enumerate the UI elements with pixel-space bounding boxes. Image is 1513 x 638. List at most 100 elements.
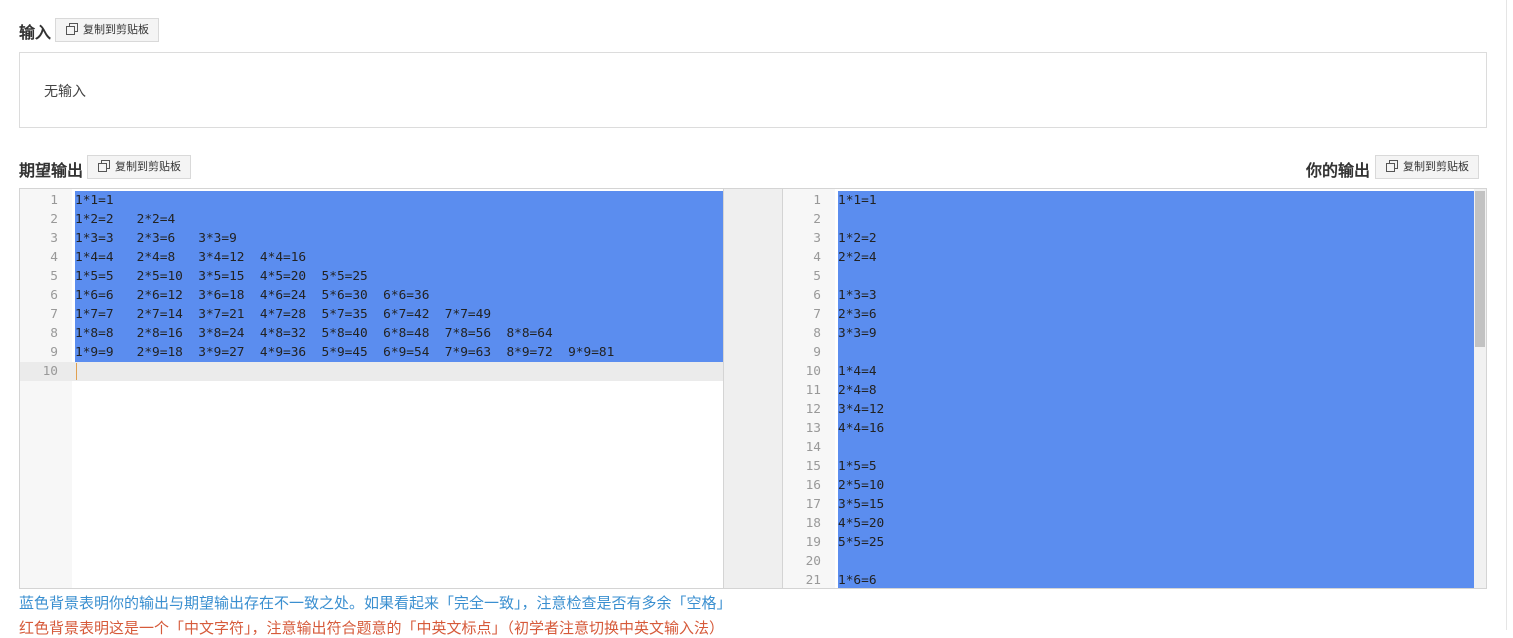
line-text: 1*5=5 xyxy=(838,459,877,474)
diff-highlight xyxy=(838,210,1474,229)
diff-highlight xyxy=(838,552,1474,571)
copy-actual-label: 复制到剪贴板 xyxy=(1403,160,1469,173)
line-number: 4 xyxy=(813,250,821,265)
your-output-title: 你的输出 xyxy=(1306,161,1371,180)
diff-highlight xyxy=(838,419,1474,438)
diff-highlight xyxy=(838,324,1474,343)
diff-highlight xyxy=(838,286,1474,305)
line-text: 2*5=10 xyxy=(838,478,885,493)
line-number: 7 xyxy=(50,307,58,322)
line-number: 20 xyxy=(805,554,821,569)
line-number: 5 xyxy=(50,269,58,284)
line-number: 8 xyxy=(813,326,821,341)
text-cursor xyxy=(76,363,77,380)
line-number: 14 xyxy=(805,440,821,455)
line-text: 1*2=2 2*2=4 xyxy=(75,212,176,227)
line-text: 1*6=6 2*6=12 3*6=18 4*6=24 5*6=30 6*6=36 xyxy=(75,288,430,303)
line-number: 16 xyxy=(805,478,821,493)
diff-highlight xyxy=(838,267,1474,286)
diff-highlight xyxy=(838,514,1474,533)
line-text: 4*4=16 xyxy=(838,421,885,436)
line-number: 2 xyxy=(813,212,821,227)
copy-icon xyxy=(1386,160,1398,172)
expected-output-editor[interactable]: 1 1*1=1 2 1*2=2 2*2=4 3 1*3=3 2*3=6 3*3=9 4 1*4… xyxy=(19,188,724,589)
diff-highlight xyxy=(838,438,1474,457)
line-text: 2*2=4 xyxy=(838,250,877,265)
line-number: 15 xyxy=(805,459,821,474)
line-text: 1*7=7 2*7=14 3*7=21 4*7=28 5*7=35 6*7=42… xyxy=(75,307,492,322)
line-text: 5*5=25 xyxy=(838,535,885,550)
line-text: 3*5=15 xyxy=(838,497,885,512)
line-number: 10 xyxy=(805,364,821,379)
scrollbar-thumb[interactable] xyxy=(1475,191,1485,347)
line-text: 1*5=5 2*5=10 3*5=15 4*5=20 5*5=25 xyxy=(75,269,368,284)
line-number: 18 xyxy=(805,516,821,531)
page-edge xyxy=(1506,0,1513,630)
diff-divider xyxy=(724,188,782,589)
input-content: 无输入 xyxy=(44,84,86,100)
expected-output-title: 期望输出 xyxy=(19,161,84,180)
diff-highlight xyxy=(838,343,1474,362)
red-background-note: 红色背景表明这是一个「中文字符」，注意输出符合题意的「中英文标点」（初学者注意切… xyxy=(19,619,725,637)
input-box: 无输入 xyxy=(19,52,1487,128)
line-number: 4 xyxy=(50,250,58,265)
line-number: 10 xyxy=(42,364,58,379)
diff-highlight xyxy=(838,476,1474,495)
diff-highlight xyxy=(838,248,1474,267)
line-text: 1*9=9 2*9=18 3*9=27 4*9=36 5*9=45 6*9=54… xyxy=(75,345,615,360)
vertical-scrollbar[interactable] xyxy=(1474,189,1486,588)
diff-highlight xyxy=(838,400,1474,419)
line-number: 13 xyxy=(805,421,821,436)
diff-highlight xyxy=(838,229,1474,248)
line-text: 2*3=6 xyxy=(838,307,877,322)
copy-icon xyxy=(66,23,78,35)
line-number: 11 xyxy=(805,383,821,398)
line-number: 2 xyxy=(50,212,58,227)
line-number: 1 xyxy=(50,193,58,208)
blue-background-note: 蓝色背景表明你的输出与期望输出存在不一致之处。如果看起来「完全一致」，注意检查是… xyxy=(19,594,732,612)
diff-highlight xyxy=(838,495,1474,514)
copy-input-button[interactable]: 复制到剪贴板 xyxy=(55,18,159,42)
diff-highlight xyxy=(75,191,723,210)
copy-expected-label: 复制到剪贴板 xyxy=(115,160,181,173)
line-text: 3*4=12 xyxy=(838,402,885,417)
line-text: 1*1=1 xyxy=(838,193,877,208)
copy-input-label: 复制到剪贴板 xyxy=(83,23,149,36)
line-text: 3*3=9 xyxy=(838,326,877,341)
diff-highlight xyxy=(838,305,1474,324)
input-title: 输入 xyxy=(19,23,52,42)
copy-actual-button[interactable]: 复制到剪贴板 xyxy=(1375,155,1479,179)
line-number: 8 xyxy=(50,326,58,341)
line-number: 9 xyxy=(813,345,821,360)
line-number: 7 xyxy=(813,307,821,322)
line-number: 6 xyxy=(813,288,821,303)
active-line xyxy=(20,362,723,381)
line-text: 1*4=4 xyxy=(838,364,877,379)
line-number: 12 xyxy=(805,402,821,417)
diff-highlight xyxy=(838,191,1474,210)
line-text: 4*5=20 xyxy=(838,516,885,531)
line-text: 1*4=4 2*4=8 3*4=12 4*4=16 xyxy=(75,250,307,265)
line-number: 3 xyxy=(813,231,821,246)
line-number: 17 xyxy=(805,497,821,512)
copy-expected-button[interactable]: 复制到剪贴板 xyxy=(87,155,191,179)
line-text: 1*6=6 xyxy=(838,573,877,588)
copy-icon xyxy=(98,160,110,172)
line-text: 1*8=8 2*8=16 3*8=24 4*8=32 5*8=40 6*8=48… xyxy=(75,326,553,341)
your-output-editor[interactable]: 1 1*1=1 2 3 1*2=2 4 2*2=4 5 6 1*3=3 7 2*3=6 8 3*3=9 9 1… xyxy=(782,188,1487,589)
diff-highlight xyxy=(838,533,1474,552)
line-text: 1*3=3 2*3=6 3*3=9 xyxy=(75,231,237,246)
line-number: 21 xyxy=(805,573,821,588)
line-text: 1*3=3 xyxy=(838,288,877,303)
line-number: 5 xyxy=(813,269,821,284)
line-text: 1*2=2 xyxy=(838,231,877,246)
diff-highlight xyxy=(838,381,1474,400)
line-number: 19 xyxy=(805,535,821,550)
line-number: 9 xyxy=(50,345,58,360)
line-text: 1*1=1 xyxy=(75,193,114,208)
diff-highlight xyxy=(838,362,1474,381)
line-text: 2*4=8 xyxy=(838,383,877,398)
diff-highlight xyxy=(838,571,1474,588)
line-number: 1 xyxy=(813,193,821,208)
line-number: 6 xyxy=(50,288,58,303)
